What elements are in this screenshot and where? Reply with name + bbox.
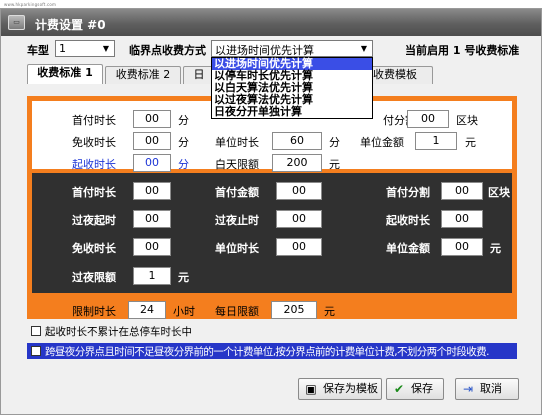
first-time-input[interactable]: 00 [133,110,171,128]
night-limit-unit: 元 [178,271,189,284]
night-unit-amount-input[interactable]: 00 [441,238,483,256]
night-first-split-input[interactable]: 00 [441,182,483,200]
chevron-down-icon[interactable]: ▼ [356,41,372,56]
unit-amount-input[interactable]: 1 [415,132,457,150]
cross-boundary-row[interactable]: 跨昼夜分界点且时间不足昼夜分界前的一个计费单位,按分界点前的计费单位计费,不划分… [27,343,517,359]
corner-watermark-text: www.hkparkingsoft.com [4,2,57,7]
night-limit-label: 过夜限额 [72,271,116,284]
car-type-select[interactable]: 1 ▼ [55,40,115,57]
night-free-time-input[interactable]: 00 [133,238,171,256]
cancel-button[interactable]: ⇥ 取消 [455,378,519,400]
night-start-time-input[interactable]: 00 [441,210,483,228]
exit-door-icon: ⇥ [462,382,474,396]
cross-boundary-label: 跨昼夜分界点且时间不足昼夜分界前的一个计费单位,按分界点前的计费单位计费,不划分… [45,346,489,358]
daily-limit-input[interactable]: 205 [271,301,317,319]
night-rate-section: 首付时长 00 首付金额 00 首付分割 00 区块 过夜起时 00 过夜止时 … [32,173,512,293]
boundary-method-select[interactable]: 以进场时间优先计算 ▼ [211,40,373,57]
boundary-method-value: 以进场时间优先计算 [215,44,314,57]
first-split-input[interactable]: 00 [407,110,449,128]
start-time-exclude-label: 起收时长不累计在总停车时长中 [45,326,192,338]
unit-time-unit: 分 [329,136,340,149]
night-first-amount-input[interactable]: 00 [276,182,322,200]
night-start-time-label: 起收时长 [386,214,430,227]
window-title: 计费设置 #0 [35,18,106,32]
save-as-template-button[interactable]: ▣ 保存为模板 [298,378,382,400]
dropdown-option[interactable]: 日夜分开单独计算 [212,106,372,118]
cross-boundary-checkbox[interactable] [31,346,41,356]
limit-time-label: 限制时长 [72,305,116,318]
day-limit-label: 白天限额 [215,158,259,171]
day-limit-input[interactable]: 200 [272,154,322,172]
night-first-time-label: 首付时长 [72,186,116,199]
active-standard-status: 当前启用 1 号收费标准 [405,44,520,57]
window-app-icon: ▭ [8,15,25,30]
unit-time-input[interactable]: 60 [272,132,322,150]
start-time-unit: 分 [178,158,189,171]
boundary-method-label: 临界点收费方式 [129,44,206,57]
night-first-split-label: 首付分割 [386,186,430,199]
limit-time-unit: 小时 [173,305,195,318]
settings-window: ▭ 计费设置 #0 车型 1 ▼ 临界点收费方式 以进场时间优先计算 ▼ 当前启… [0,8,542,415]
daily-limit-unit: 元 [324,305,335,318]
night-limit-input[interactable]: 1 [133,267,171,285]
night-first-split-unit: 区块 [488,186,510,199]
start-time-input[interactable]: 00 [133,154,171,172]
night-first-amount-label: 首付金额 [215,186,259,199]
first-split-unit: 区块 [456,114,478,127]
start-time-exclude-checkbox[interactable] [31,326,41,336]
car-type-value: 1 [59,42,66,55]
free-time-input[interactable]: 00 [133,132,171,150]
chevron-down-icon[interactable]: ▼ [98,41,114,56]
limit-time-input[interactable]: 24 [128,301,166,319]
night-free-time-label: 免收时长 [72,242,116,255]
free-time-label: 免收时长 [72,136,116,149]
night-unit-time-input[interactable]: 00 [276,238,322,256]
first-time-label: 首付时长 [72,114,116,127]
tab-standard-1[interactable]: 收费标准 1 [27,64,103,84]
daily-limit-label: 每日限额 [215,305,259,318]
unit-time-label: 单位时长 [215,136,259,149]
unit-amount-unit: 元 [465,136,476,149]
night-unit-time-label: 单位时长 [215,242,259,255]
day-limit-unit: 元 [329,158,340,171]
night-unit-amount-label: 单位金额 [386,242,430,255]
checkmark-icon: ✔ [393,382,405,396]
rate-panel: 首付时长 00 分 免收时长 00 分 起收时长 00 分 单位时长 60 分 … [27,96,517,319]
save-button[interactable]: ✔ 保存 [386,378,444,400]
unit-amount-label: 单位金额 [360,136,404,149]
night-end-label: 过夜止时 [215,214,259,227]
title-bar[interactable]: ▭ 计费设置 #0 [1,9,541,36]
night-unit-amount-unit: 元 [490,242,501,255]
start-time-label: 起收时长 [72,158,116,171]
car-type-label: 车型 [27,44,49,57]
floppy-disk-icon: ▣ [305,382,317,396]
night-start-label: 过夜起时 [72,214,116,227]
free-time-unit: 分 [178,136,189,149]
first-time-unit: 分 [178,114,189,127]
boundary-method-dropdown-list[interactable]: 以进场时间优先计算 以停车时长优先计算 以白天算法优先计算 以过夜算法优先计算 … [211,57,373,119]
night-end-input[interactable]: 00 [276,210,322,228]
tab-standard-2[interactable]: 收费标准 2 [105,66,181,84]
night-start-input[interactable]: 00 [133,210,171,228]
night-first-time-input[interactable]: 00 [133,182,171,200]
